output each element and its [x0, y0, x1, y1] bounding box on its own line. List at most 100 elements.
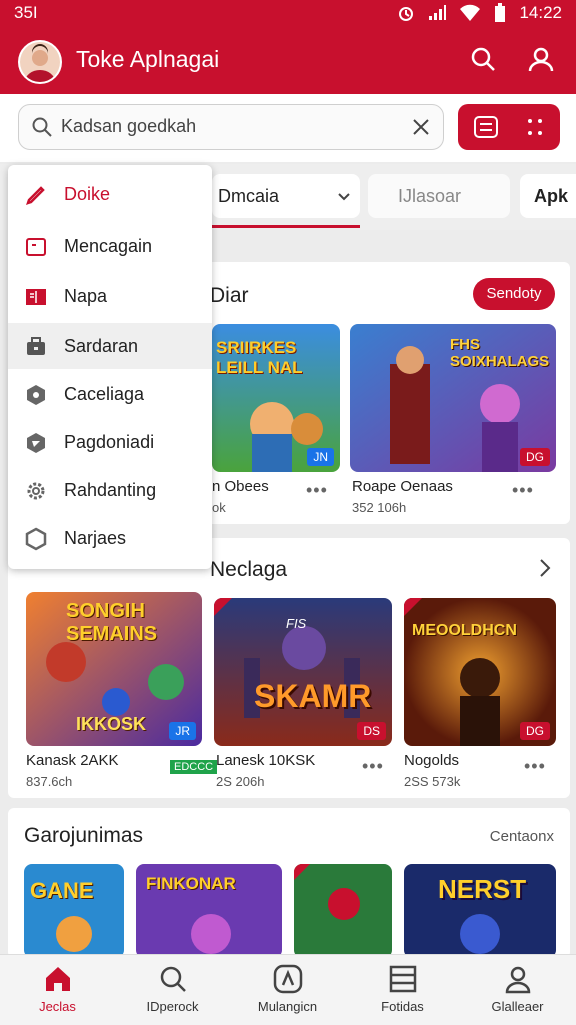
status-left-text: 35I — [14, 3, 38, 22]
game-downloads: 2S 206h — [216, 774, 265, 789]
game-tile[interactable]: FHS SOIXHALAGS DG — [350, 324, 556, 472]
cube-icon — [27, 385, 45, 405]
game-badge: JR — [169, 722, 196, 740]
tab-underline — [212, 225, 360, 228]
see-more-link[interactable]: Centaonx — [490, 828, 554, 845]
user-icon[interactable] — [526, 44, 556, 74]
search-input[interactable]: Kadsan goedkah — [18, 104, 444, 150]
menu-item-napa[interactable]: Napa — [8, 273, 212, 319]
pencil-icon — [26, 186, 45, 205]
menu-item-label: Pagdoniadi — [64, 432, 155, 452]
nav-explore[interactable]: Mulangicn — [230, 955, 345, 1025]
nav-label: Fotidas — [381, 999, 424, 1014]
game-art-title: GANE — [30, 878, 94, 903]
game-art-title: FHS SOIXHALAGS — [450, 336, 550, 370]
game-art-subtitle: FIS — [286, 616, 307, 631]
menu-item-narjaes[interactable]: Narjaes — [8, 515, 212, 561]
briefcase-icon — [27, 337, 45, 355]
magnifier-icon — [32, 117, 52, 137]
avatar[interactable] — [18, 40, 62, 84]
tab-apk[interactable]: Apk — [520, 174, 576, 218]
menu-item-label: Sardaran — [64, 336, 139, 356]
chevron-right-icon[interactable] — [538, 558, 552, 578]
menu-item-label: Rahdanting — [64, 480, 157, 500]
more-icon[interactable]: ••• — [512, 480, 534, 501]
search-icon — [160, 966, 186, 992]
game-downloads: ok — [212, 500, 226, 515]
bottom-navigation: Jeclas IDperock Mulangicn Fotidas Glalle… — [0, 954, 576, 1025]
game-art-title: SKAMR — [254, 678, 372, 714]
game-badge: DS — [357, 722, 386, 740]
game-tile[interactable]: GANE — [24, 864, 124, 958]
game-name: n Obees — [212, 478, 269, 495]
game-downloads: 2SS 573k — [404, 774, 461, 789]
game-tile[interactable]: FINKONAR — [136, 864, 282, 958]
grid-dots-icon — [528, 119, 542, 135]
shield-icon — [27, 433, 45, 453]
search-bar: Kadsan goedkah — [0, 94, 576, 162]
game-art-title: SONGIH SEMAINS — [66, 600, 158, 645]
status-bar: 35I 14:22 — [0, 0, 576, 26]
game-tile[interactable]: FIS SKAMR DS — [214, 598, 392, 746]
nav-label: IDperock — [146, 999, 199, 1014]
menu-item-label: Napa — [64, 286, 108, 306]
installed-badge: EDCCC — [170, 760, 218, 774]
nav-home[interactable]: Jeclas — [0, 955, 115, 1025]
nav-search[interactable]: IDperock — [115, 955, 230, 1025]
wifi-icon — [460, 4, 481, 21]
dropdown-menu: Doike Mencagain Napa Sardaran Caceliaga … — [8, 165, 212, 569]
nav-label: Mulangicn — [257, 999, 318, 1014]
tab-label: IJlasoar — [398, 186, 462, 206]
game-art-subtitle: IKKOSK — [76, 714, 147, 734]
nav-profile[interactable]: Glalleaer — [460, 955, 575, 1025]
menu-item-sardaran[interactable]: Sardaran — [8, 323, 212, 369]
game-art-title: NERST — [438, 874, 527, 904]
game-name: Nogolds — [404, 752, 460, 769]
app-title: Toke Aplnagai — [76, 46, 220, 72]
section-title: Diar — [210, 284, 249, 307]
alarm-icon — [399, 7, 414, 21]
menu-item-label: Mencagain — [64, 236, 153, 256]
see-all-button[interactable]: Sendoty — [473, 278, 555, 310]
game-name: Roape Oenaas — [352, 478, 453, 495]
puzzle-icon — [25, 527, 47, 551]
menu-item-caceliaga[interactable]: Caceliaga — [8, 371, 212, 417]
nav-label: Glalleaer — [491, 999, 544, 1014]
menu-item-rahdanting[interactable]: Rahdanting — [8, 467, 212, 513]
more-icon[interactable]: ••• — [306, 480, 328, 501]
menu-item-mencagain[interactable]: Mencagain — [8, 223, 212, 269]
game-tile[interactable] — [294, 864, 392, 958]
game-tile[interactable]: NERST — [404, 864, 556, 958]
home-icon — [46, 967, 70, 991]
game-tile[interactable]: SONGIH SEMAINS IKKOSK JR — [26, 592, 202, 746]
menu-item-label: Caceliaga — [64, 384, 145, 404]
more-icon[interactable]: ••• — [362, 756, 384, 777]
status-time: 14:22 — [519, 3, 562, 22]
filter-button[interactable] — [458, 104, 560, 150]
book-icon — [26, 289, 46, 305]
game-tile[interactable]: SRIIRKES LEILL NAL JN — [212, 324, 340, 472]
section-title: Neclaga — [210, 558, 288, 581]
folder-icon — [26, 238, 46, 256]
game-art-title: MEOOLDHCN — [412, 622, 517, 639]
nav-library[interactable]: Fotidas — [345, 955, 460, 1025]
app-bar: Toke Aplnagai — [0, 26, 576, 94]
game-downloads: 837.6ch — [26, 774, 73, 789]
menu-item-pagdoniadi[interactable]: Pagdoniadi — [8, 419, 212, 465]
menu-item-doike[interactable]: Doike — [8, 171, 212, 217]
section-title: Garojunimas — [24, 824, 144, 847]
game-badge: DG — [520, 722, 550, 740]
game-tile[interactable]: MEOOLDHCN DG — [404, 598, 556, 746]
game-art-title: FINKONAR — [146, 874, 236, 893]
tab-label: Apk — [534, 186, 569, 206]
game-name: Kanask 2AKK — [26, 752, 119, 769]
compass-icon — [273, 964, 303, 994]
more-icon[interactable]: ••• — [524, 756, 546, 777]
clear-icon[interactable] — [411, 117, 431, 137]
tab-dmcaia[interactable]: Dmcaia — [212, 174, 360, 228]
search-icon[interactable] — [468, 44, 498, 74]
gear-icon — [27, 482, 45, 500]
game-downloads: 352 106h — [352, 500, 407, 515]
tab-ijlasoar[interactable]: IJlasoar — [368, 174, 510, 218]
menu-icon — [474, 116, 498, 138]
